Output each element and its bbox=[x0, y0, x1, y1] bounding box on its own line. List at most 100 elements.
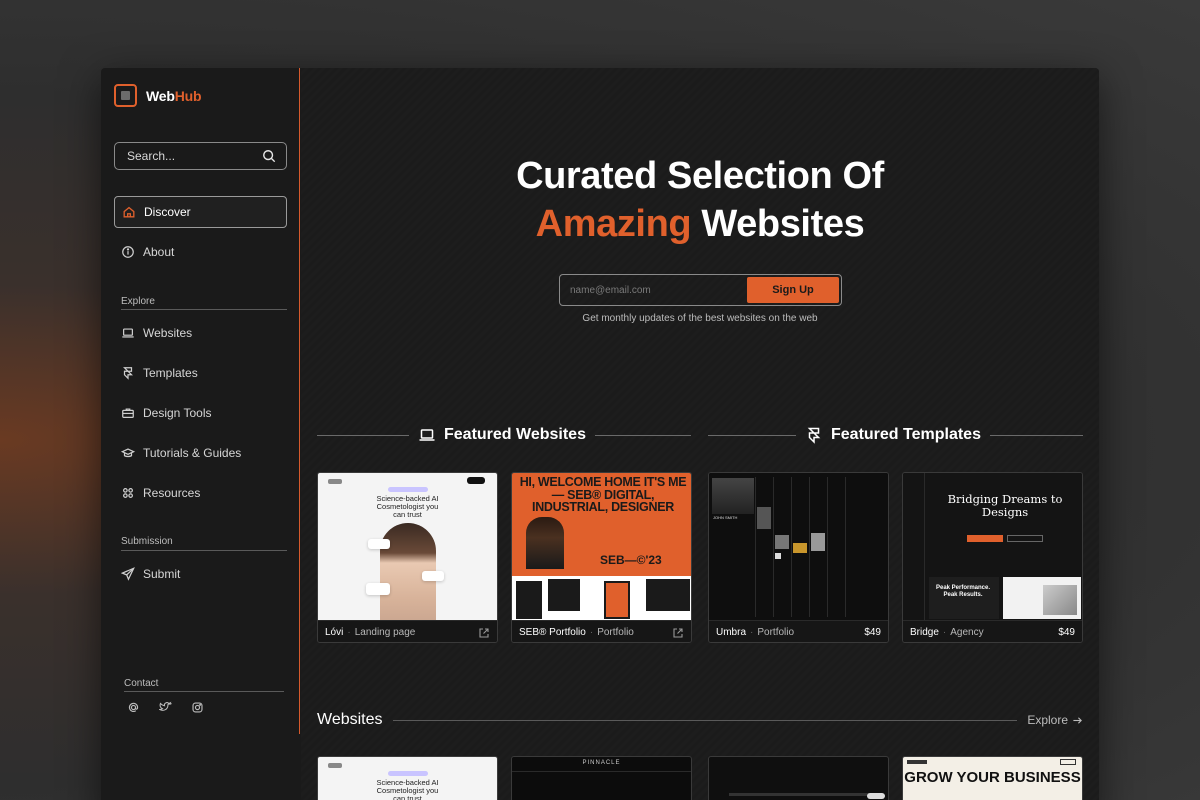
featured-card-umbra[interactable]: JOHN SMITH Umbra · Portfolio $49 bbox=[708, 472, 889, 643]
search-icon[interactable] bbox=[262, 149, 276, 163]
sign-up-button[interactable]: Sign Up bbox=[747, 277, 839, 303]
card-footer-text: SEB—©'23 bbox=[600, 553, 662, 567]
instagram-icon[interactable] bbox=[191, 701, 204, 714]
arrow-right-icon bbox=[1073, 716, 1082, 724]
nav-item-templates[interactable]: Templates bbox=[114, 357, 287, 389]
websites-section-title: Websites bbox=[317, 711, 383, 728]
card-headline: Science-backed AI Cosmetologist you can … bbox=[376, 494, 439, 519]
featured-templates-title: Featured Templates bbox=[831, 426, 981, 443]
section-label-contact: Contact bbox=[124, 678, 159, 689]
card-thumbnail: HI, WELCOME HOME IT'S ME — SEB® DIGITAL,… bbox=[512, 473, 691, 620]
nav-item-discover[interactable]: Discover bbox=[114, 196, 287, 228]
featured-card-seb-portfolio[interactable]: HI, WELCOME HOME IT'S ME — SEB® DIGITAL,… bbox=[511, 472, 692, 643]
section-label-explore: Explore bbox=[121, 296, 155, 307]
external-link-icon[interactable] bbox=[478, 627, 490, 639]
main-content: Curated Selection Of Amazing Websites na… bbox=[301, 68, 1099, 800]
card-category: Portfolio bbox=[757, 627, 795, 638]
home-icon bbox=[123, 206, 135, 218]
nav-item-about[interactable]: About bbox=[114, 236, 287, 268]
portrait-image bbox=[712, 478, 754, 514]
card-category: Agency bbox=[950, 627, 984, 638]
explore-link-label: Explore bbox=[1027, 713, 1068, 727]
info-icon bbox=[122, 246, 134, 258]
hero-rest: Websites bbox=[691, 203, 865, 245]
card-label: JOHN SMITH bbox=[713, 515, 738, 520]
section-label-submission: Submission bbox=[121, 536, 173, 547]
featured-websites-heading: Featured Websites bbox=[317, 425, 691, 445]
card-headline: Science-backed AI Cosmetologist you can … bbox=[376, 778, 439, 800]
card-category: Portfolio bbox=[597, 627, 634, 638]
graduation-cap-icon bbox=[121, 448, 135, 458]
card-name: SEB® Portfolio bbox=[519, 627, 586, 638]
website-card[interactable]: GROW YOUR BUSINESS bbox=[902, 756, 1083, 800]
nav-label-design-tools: Design Tools bbox=[143, 406, 212, 420]
featured-websites-title: Featured Websites bbox=[444, 426, 586, 443]
website-card[interactable]: PINNACLE bbox=[511, 756, 692, 800]
card-thumbnail: Science-backed AI Cosmetologist you can … bbox=[318, 473, 497, 620]
portrait-image bbox=[526, 517, 564, 569]
signup-note: Get monthly updates of the best websites… bbox=[582, 313, 818, 324]
app-window: WebHub Search... Discover About Explore … bbox=[101, 68, 1099, 800]
sidebar: WebHub Search... Discover About Explore … bbox=[101, 68, 300, 734]
card-name: Bridge bbox=[910, 627, 939, 638]
logo-mark-icon bbox=[114, 84, 137, 107]
search-placeholder: Search... bbox=[127, 149, 176, 163]
email-input[interactable]: name@email.com bbox=[562, 285, 747, 296]
twitter-icon[interactable] bbox=[159, 701, 172, 714]
hero-accent: Amazing bbox=[535, 203, 692, 245]
card-headline: HI, WELCOME HOME IT'S ME — SEB® DIGITAL,… bbox=[519, 475, 687, 514]
divider bbox=[124, 691, 284, 692]
at-sign-icon[interactable] bbox=[127, 701, 140, 714]
contact-icons bbox=[127, 701, 204, 714]
card-meta: Umbra · Portfolio $49 bbox=[709, 620, 888, 642]
nav-label-submit: Submit bbox=[143, 567, 181, 581]
card-price: $49 bbox=[864, 627, 881, 638]
card-meta: SEB® Portfolio · Portfolio bbox=[512, 620, 691, 642]
card-price: $49 bbox=[1058, 627, 1075, 638]
briefcase-icon bbox=[122, 408, 134, 418]
nav-item-design-tools[interactable]: Design Tools bbox=[114, 397, 287, 429]
nav-item-tutorials[interactable]: Tutorials & Guides bbox=[114, 437, 287, 469]
card-subheadline: Peak Performance. Peak Results. bbox=[935, 585, 991, 598]
card-thumbnail: JOHN SMITH bbox=[709, 473, 888, 620]
nav-item-websites[interactable]: Websites bbox=[114, 317, 287, 349]
nav-label-resources: Resources bbox=[143, 486, 201, 500]
framer-icon bbox=[807, 427, 821, 444]
nav-item-submit[interactable]: Submit bbox=[114, 558, 287, 590]
divider bbox=[121, 309, 287, 310]
explore-link[interactable]: Explore bbox=[1017, 713, 1083, 727]
card-name: Lóvi bbox=[325, 627, 344, 638]
card-headline: GROW YOUR BUSINESS bbox=[904, 769, 1081, 786]
card-meta: Bridge · Agency $49 bbox=[903, 620, 1082, 642]
nav-label-discover: Discover bbox=[144, 205, 191, 219]
logo[interactable]: WebHub bbox=[114, 84, 202, 107]
nav-label-about: About bbox=[143, 245, 175, 259]
websites-section-header: Websites Explore bbox=[317, 709, 1083, 731]
card-headline: PINNACLE bbox=[582, 760, 621, 766]
hero-title: Curated Selection Of Amazing Websites bbox=[301, 152, 1099, 248]
featured-templates-heading: Featured Templates bbox=[708, 425, 1083, 445]
website-card[interactable]: Science-backed AI Cosmetologist you can … bbox=[317, 756, 498, 800]
external-link-icon[interactable] bbox=[672, 627, 684, 639]
card-category: Landing page bbox=[354, 627, 416, 638]
grid-icon bbox=[123, 488, 133, 498]
hero-line-1: Curated Selection Of bbox=[516, 155, 884, 197]
logo-text: WebHub bbox=[146, 87, 202, 104]
newsletter-form: name@email.com Sign Up bbox=[559, 274, 842, 306]
search-input[interactable]: Search... bbox=[114, 142, 287, 170]
send-icon bbox=[121, 567, 135, 581]
card-meta: Lóvi · Landing page bbox=[318, 620, 497, 642]
card-headline: Bridging Dreams to Designs bbox=[947, 492, 1063, 519]
nav-label-tutorials: Tutorials & Guides bbox=[143, 446, 242, 460]
divider bbox=[121, 550, 287, 551]
card-name: Umbra bbox=[716, 627, 747, 638]
nav-label-websites: Websites bbox=[143, 326, 193, 340]
featured-card-lovi[interactable]: Science-backed AI Cosmetologist you can … bbox=[317, 472, 498, 643]
nav-item-resources[interactable]: Resources bbox=[114, 477, 287, 509]
nav-label-templates: Templates bbox=[143, 366, 198, 380]
featured-card-bridge[interactable]: Bridging Dreams to Designs Peak Performa… bbox=[902, 472, 1083, 643]
website-card[interactable] bbox=[708, 756, 889, 800]
laptop-icon bbox=[419, 429, 435, 441]
framer-icon bbox=[123, 367, 133, 380]
card-thumbnail: Bridging Dreams to Designs Peak Performa… bbox=[903, 473, 1082, 620]
